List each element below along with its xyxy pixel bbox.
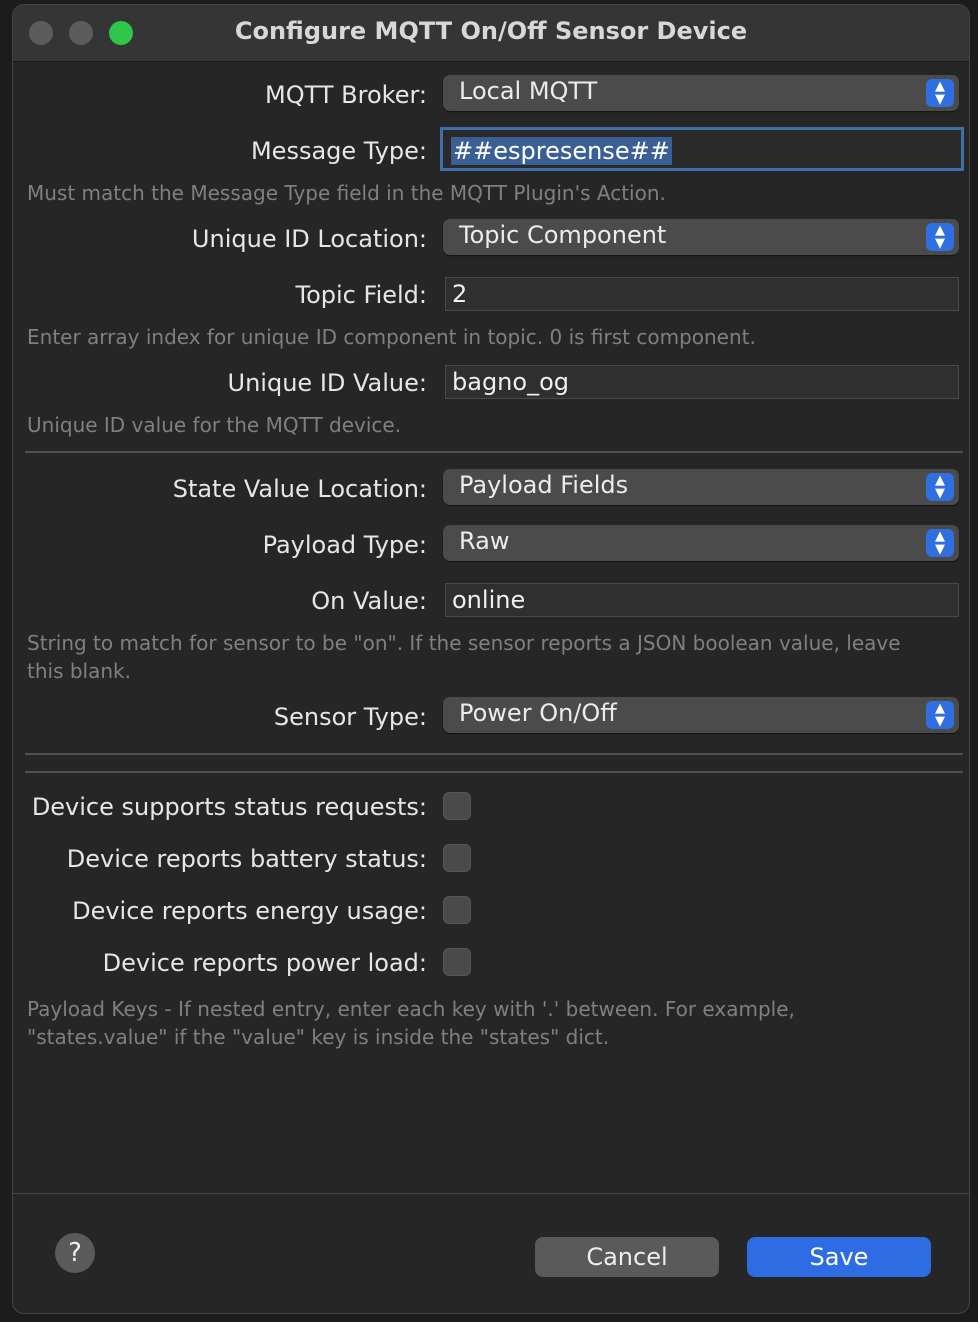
popup-chevron-icon: ▲ ▼ (926, 701, 954, 729)
section-divider (25, 771, 963, 773)
status-requests-label: Device supports status requests: (31, 793, 427, 821)
payload-type-label: Payload Type: (262, 531, 427, 559)
unique-id-value-hint: Unique ID value for the MQTT device. (27, 413, 402, 437)
battery-status-row: Device reports battery status: (13, 839, 969, 879)
unique-id-value-text: bagno_og (452, 368, 569, 396)
topic-field-label: Topic Field: (295, 281, 427, 309)
window-title: Configure MQTT On/Off Sensor Device (234, 17, 748, 45)
unique-id-value-row: Unique ID Value: bagno_og (13, 363, 969, 403)
energy-usage-label: Device reports energy usage: (72, 897, 427, 925)
state-value-location-label: State Value Location: (172, 475, 427, 503)
help-button[interactable]: ? (55, 1233, 95, 1273)
message-type-value: ##espresense## (451, 137, 672, 165)
unique-id-value-input[interactable]: bagno_og (445, 365, 959, 399)
battery-status-label: Device reports battery status: (66, 845, 427, 873)
mqtt-broker-row: MQTT Broker: Local MQTT ▲ ▼ (13, 75, 969, 115)
unique-id-location-label: Unique ID Location: (191, 225, 427, 253)
popup-chevron-icon: ▲ ▼ (926, 529, 954, 557)
dialog-window: Configure MQTT On/Off Sensor Device MQTT… (12, 4, 970, 1314)
battery-status-checkbox[interactable] (443, 844, 471, 872)
cancel-button[interactable]: Cancel (535, 1237, 719, 1277)
power-load-checkbox[interactable] (443, 948, 471, 976)
unique-id-value-label: Unique ID Value: (227, 369, 427, 397)
topic-field-input[interactable]: 2 (445, 277, 959, 311)
unique-id-location-row: Unique ID Location: Topic Component ▲ ▼ (13, 219, 969, 259)
save-button[interactable]: Save (747, 1237, 931, 1277)
mqtt-broker-popup[interactable]: Local MQTT ▲ ▼ (443, 75, 959, 111)
mqtt-broker-label: MQTT Broker: (265, 81, 427, 109)
status-requests-row: Device supports status requests: (13, 787, 969, 827)
power-load-row: Device reports power load: (13, 943, 969, 983)
on-value-input[interactable]: online (445, 583, 959, 617)
topic-field-value: 2 (452, 280, 468, 308)
section-divider (25, 451, 963, 453)
topic-field-row: Topic Field: 2 (13, 275, 969, 315)
payload-keys-hint-line-2: "states.value" if the "value" key is ins… (27, 1025, 610, 1049)
sensor-type-row: Sensor Type: Power On/Off ▲ ▼ (13, 697, 969, 737)
power-load-label: Device reports power load: (102, 949, 427, 977)
message-type-input[interactable]: ##espresense## (440, 127, 964, 171)
state-value-location-popup[interactable]: Payload Fields ▲ ▼ (443, 469, 959, 505)
on-value-hint-line-2: this blank. (27, 659, 131, 683)
message-type-row: Message Type: ##espresense## (13, 127, 969, 171)
unique-id-location-popup[interactable]: Topic Component ▲ ▼ (443, 219, 959, 255)
sensor-type-value: Power On/Off (459, 699, 617, 727)
unique-id-location-value: Topic Component (459, 221, 667, 249)
payload-type-row: Payload Type: Raw ▲ ▼ (13, 525, 969, 565)
popup-chevron-icon: ▲ ▼ (926, 79, 954, 107)
popup-chevron-icon: ▲ ▼ (926, 473, 954, 501)
mqtt-broker-value: Local MQTT (459, 77, 598, 105)
title-bar: Configure MQTT On/Off Sensor Device (13, 5, 969, 62)
message-type-hint: Must match the Message Type field in the… (27, 181, 666, 205)
on-value-hint-line-1: String to match for sensor to be "on". I… (27, 631, 901, 655)
payload-keys-hint-line-1: Payload Keys - If nested entry, enter ea… (27, 997, 795, 1021)
energy-usage-checkbox[interactable] (443, 896, 471, 924)
state-value-location-value: Payload Fields (459, 471, 629, 499)
footer-divider (13, 1193, 969, 1194)
section-divider (25, 753, 963, 755)
on-value-label: On Value: (311, 587, 427, 615)
on-value-text: online (452, 586, 526, 614)
on-value-row: On Value: online (13, 581, 969, 621)
payload-type-popup[interactable]: Raw ▲ ▼ (443, 525, 959, 561)
energy-usage-row: Device reports energy usage: (13, 891, 969, 931)
popup-chevron-icon: ▲ ▼ (926, 223, 954, 251)
status-requests-checkbox[interactable] (443, 792, 471, 820)
state-value-location-row: State Value Location: Payload Fields ▲ ▼ (13, 469, 969, 509)
background-window-edge (0, 1180, 12, 1210)
sensor-type-popup[interactable]: Power On/Off ▲ ▼ (443, 697, 959, 733)
topic-field-hint: Enter array index for unique ID componen… (27, 325, 756, 349)
payload-type-value: Raw (459, 527, 510, 555)
sensor-type-label: Sensor Type: (273, 703, 427, 731)
message-type-label: Message Type: (250, 137, 427, 165)
